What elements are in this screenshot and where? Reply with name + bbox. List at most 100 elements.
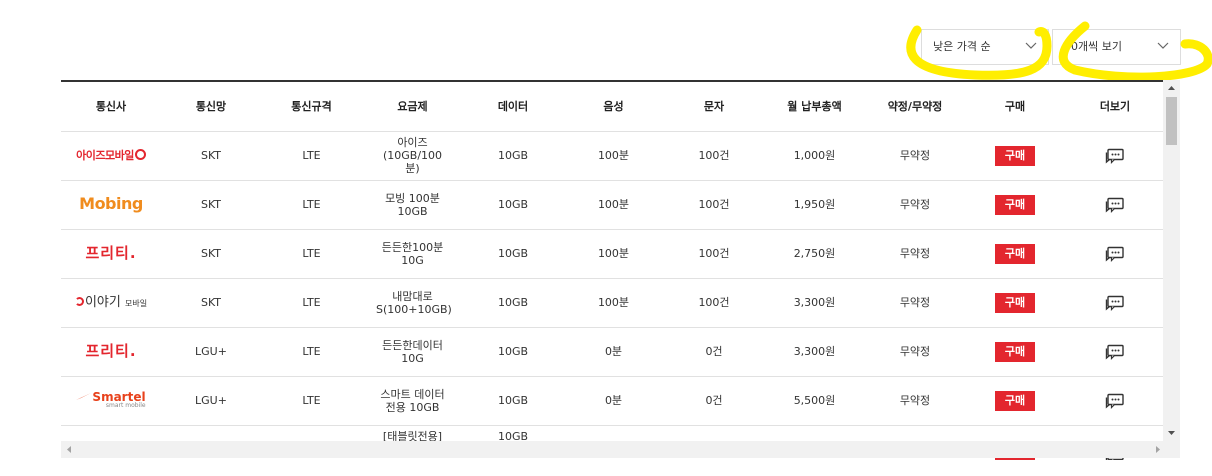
table-row: 아이즈모바일 SKT LTE 아이즈(10GB/100분) 10GB 100분 100건 1,… [61, 131, 1165, 181]
cell-carrier: Mobing [61, 180, 161, 230]
cell-sms: 0건 [664, 376, 764, 426]
cell-sms: 100건 [664, 180, 764, 230]
carrier-logo-text: 프리티. [85, 341, 137, 360]
cell-carrier: 이야기 모바일 [61, 278, 161, 328]
cell-buy: 구매 [965, 229, 1065, 279]
cell-network: SKT [161, 180, 261, 230]
cell-monthly-total: 2,750원 [764, 229, 865, 279]
buy-button[interactable]: 구매 [995, 194, 1035, 215]
carrier-logo-text: Mobing [79, 194, 143, 213]
cell-plan: 모빙 100분10GB [362, 180, 463, 230]
vertical-scrollbar[interactable] [1163, 80, 1180, 441]
scroll-left-arrow-icon[interactable] [65, 445, 74, 454]
scroll-right-arrow-icon[interactable] [1153, 445, 1162, 454]
logo-swoosh-icon [76, 392, 92, 400]
cell-more [1065, 131, 1165, 181]
cell-monthly-total: 3,300원 [764, 278, 865, 328]
carrier-logo: Smartel smart mobile [76, 391, 146, 409]
chat-bubble-icon[interactable] [1105, 393, 1125, 409]
chat-bubble-icon[interactable] [1105, 197, 1125, 213]
cell-data: 10GB [463, 131, 563, 181]
cell-buy: 구매 [965, 327, 1065, 377]
plan-table: 통신사 통신망 통신규격 요금제 데이터 음성 문자 월 납부총액 약정/무약정… [61, 82, 1165, 460]
cell-standard: LTE [261, 376, 362, 426]
cell-monthly-total: 3,300원 [764, 327, 865, 377]
cell-data: 10GB [463, 229, 563, 279]
table-row: 이야기 모바일 SKT LTE 내맘대로 S(100+10GB) 10GB 100분 100… [61, 278, 1165, 328]
cell-more [1065, 180, 1165, 230]
cell-data: 10GB [463, 278, 563, 328]
cell-standard: LTE [261, 327, 362, 377]
buy-button[interactable]: 구매 [995, 243, 1035, 264]
buy-button[interactable]: 구매 [995, 145, 1035, 166]
cell-contract: 무약정 [865, 180, 965, 230]
cell-contract: 무약정 [865, 278, 965, 328]
cell-sms: 100건 [664, 278, 764, 328]
cell-carrier: 프리티. [61, 229, 161, 279]
chat-bubble-icon[interactable] [1105, 246, 1125, 262]
buy-button[interactable]: 구매 [995, 390, 1035, 411]
cell-network: SKT [161, 131, 261, 181]
header-plan: 요금제 [362, 82, 463, 132]
carrier-logo-text: 프리티. [85, 243, 137, 262]
cell-plan: 내맘대로 S(100+10GB) [362, 278, 463, 328]
table-row: Mobing SKT LTE 모빙 100분10GB 10GB 100분 100건 1,950… [61, 180, 1165, 230]
cell-contract: 무약정 [865, 376, 965, 426]
cell-more [1065, 278, 1165, 328]
cell-contract: 무약정 [865, 131, 965, 181]
cell-monthly-total: 1,950원 [764, 180, 865, 230]
cell-more [1065, 327, 1165, 377]
carrier-logo-text: 이야기 [84, 294, 121, 310]
logo-circle-icon [134, 149, 146, 160]
cell-standard: LTE [261, 131, 362, 181]
cell-standard: LTE [261, 278, 362, 328]
header-voice: 음성 [563, 82, 664, 132]
cell-standard: LTE [261, 229, 362, 279]
cell-monthly-total: 5,500원 [764, 376, 865, 426]
header-monthly-total: 월 납부총액 [764, 82, 865, 132]
page-size-select[interactable]: 50개씩 보기 [1052, 29, 1181, 65]
cell-buy: 구매 [965, 131, 1065, 181]
cell-carrier: 프리티. [61, 327, 161, 377]
chat-bubble-icon[interactable] [1105, 344, 1125, 360]
carrier-logo: Mobing [79, 194, 143, 213]
cell-plan: 든든한데이터10G [362, 327, 463, 377]
cell-buy: 구매 [965, 180, 1065, 230]
cell-sms: 100건 [664, 131, 764, 181]
buy-button[interactable]: 구매 [995, 292, 1035, 313]
sort-select-value: 낮은 가격 순 [933, 40, 991, 53]
cell-network: SKT [161, 278, 261, 328]
header-data: 데이터 [463, 82, 563, 132]
carrier-logo: 프리티. [85, 341, 137, 360]
cell-data: 10GB [463, 376, 563, 426]
cell-network: LGU+ [161, 327, 261, 377]
vertical-scroll-thumb[interactable] [1166, 97, 1177, 145]
chat-bubble-icon[interactable] [1105, 148, 1125, 164]
cell-voice: 100분 [563, 229, 664, 279]
cell-monthly-total: 1,000원 [764, 131, 865, 181]
cell-voice: 100분 [563, 131, 664, 181]
cell-carrier: 아이즈모바일 [61, 131, 161, 181]
table-header-row: 통신사 통신망 통신규격 요금제 데이터 음성 문자 월 납부총액 약정/무약정… [61, 82, 1165, 132]
cell-buy: 구매 [965, 278, 1065, 328]
horizontal-scrollbar[interactable] [61, 441, 1180, 458]
scroll-up-arrow-icon[interactable] [1167, 84, 1176, 93]
cell-voice: 100분 [563, 180, 664, 230]
carrier-logo: 아이즈모바일 [76, 149, 146, 162]
carrier-logo: 이야기 모바일 [74, 294, 147, 310]
cell-data: 10GB [463, 180, 563, 230]
cell-sms: 0건 [664, 327, 764, 377]
header-sms: 문자 [664, 82, 764, 132]
cell-buy: 구매 [965, 376, 1065, 426]
buy-button[interactable]: 구매 [995, 341, 1035, 362]
chevron-down-icon [1025, 42, 1037, 49]
header-contract: 약정/무약정 [865, 82, 965, 132]
scroll-down-arrow-icon[interactable] [1167, 428, 1176, 437]
page-size-select-value: 50개씩 보기 [1064, 40, 1122, 53]
carrier-logo-text: 아이즈모바일 [76, 149, 134, 162]
sort-select[interactable]: 낮은 가격 순 [921, 29, 1049, 65]
chat-bubble-icon[interactable] [1105, 295, 1125, 311]
header-buy: 구매 [965, 82, 1065, 132]
cell-contract: 무약정 [865, 327, 965, 377]
cell-carrier: Smartel smart mobile [61, 376, 161, 426]
